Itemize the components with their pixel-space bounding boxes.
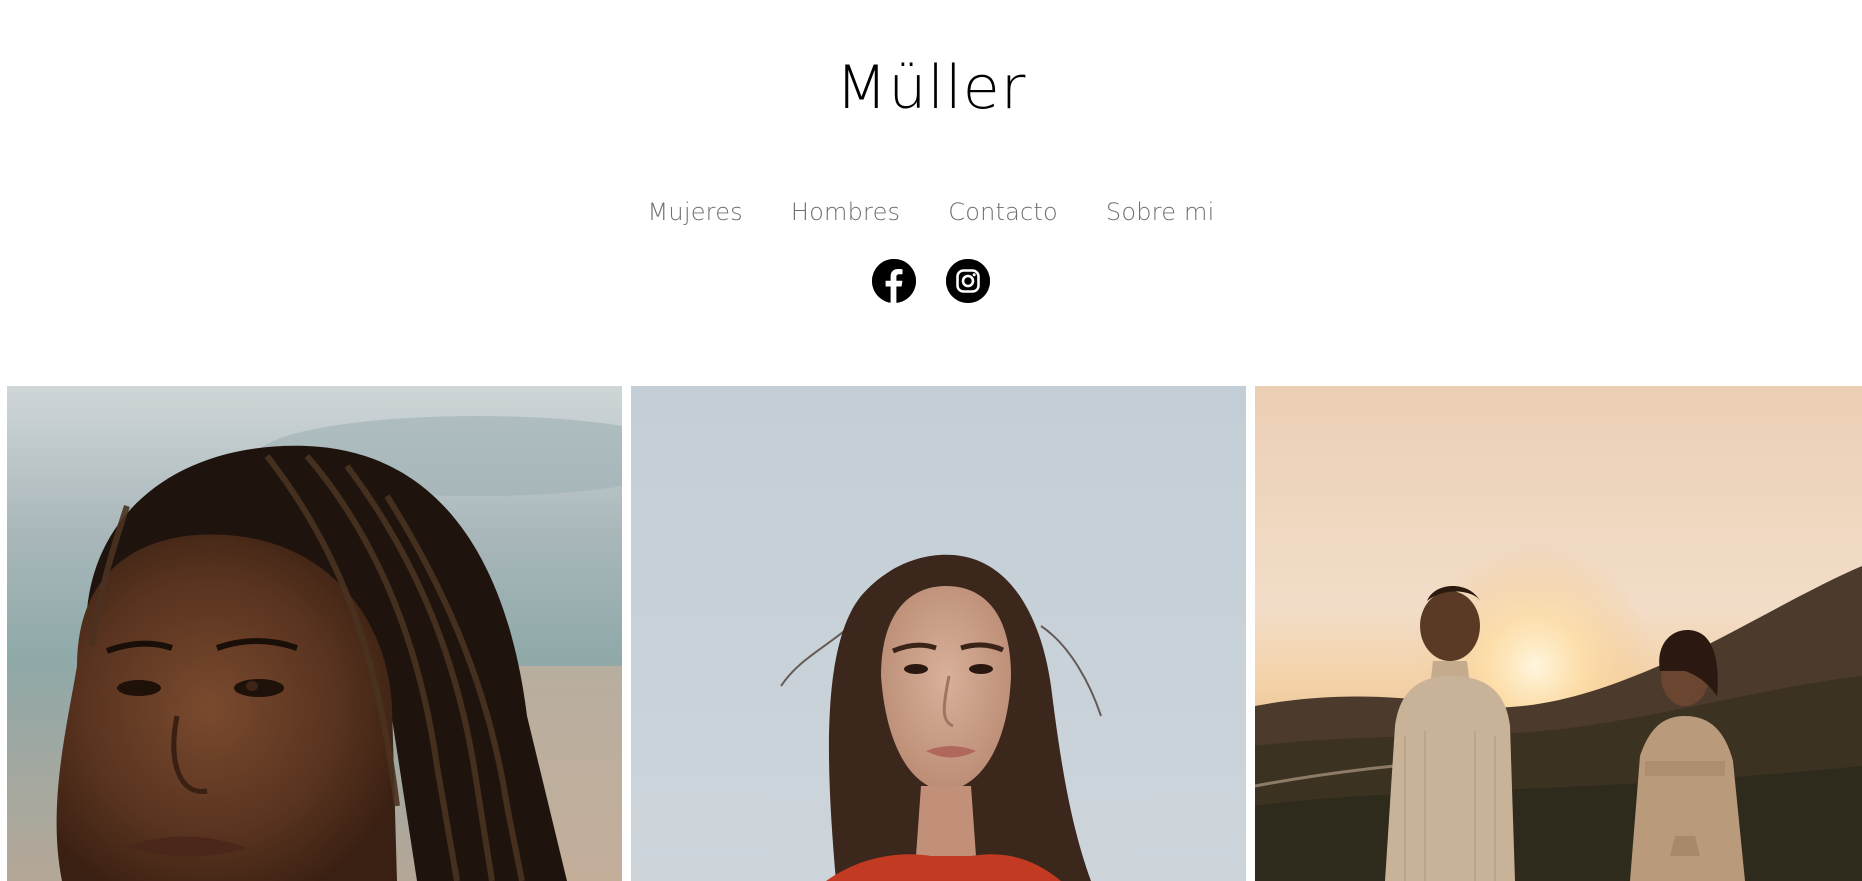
- facebook-icon: [872, 259, 916, 303]
- instagram-icon: [946, 259, 990, 303]
- main-nav: Mujeres Hombres Contacto Sobre mi: [0, 196, 1862, 228]
- gallery-photo-woman-braids[interactable]: [7, 386, 622, 881]
- facebook-link[interactable]: [872, 259, 916, 303]
- nav-link-mujeres[interactable]: Mujeres: [648, 196, 743, 228]
- nav-link-hombres[interactable]: Hombres: [791, 196, 900, 228]
- nav-link-sobre-mi[interactable]: Sobre mi: [1106, 196, 1215, 228]
- nav-link-contacto[interactable]: Contacto: [948, 196, 1058, 228]
- gallery-photo-woman-sky[interactable]: [631, 386, 1246, 881]
- gallery-photo-couple-sunset[interactable]: [1255, 386, 1862, 881]
- instagram-link[interactable]: [946, 259, 990, 303]
- site-title[interactable]: Müller: [0, 48, 1862, 128]
- social-links: [0, 259, 1862, 303]
- photo-gallery: [7, 386, 1862, 881]
- site-header: Müller Mujeres Hombres Contacto Sobre mi: [0, 0, 1862, 385]
